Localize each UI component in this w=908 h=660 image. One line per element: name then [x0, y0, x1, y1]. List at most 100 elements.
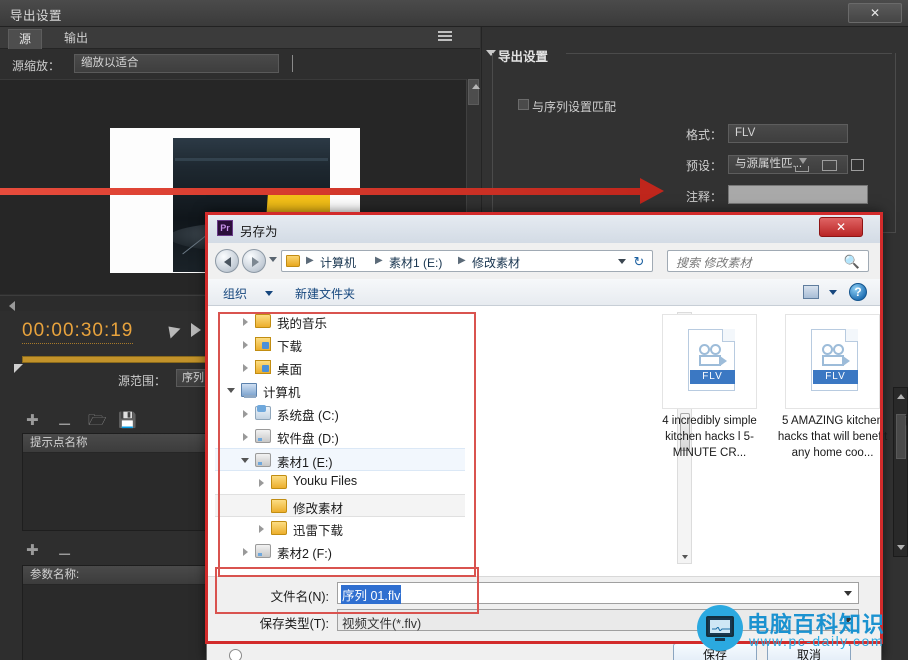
- filename-value: 序列 01.flv: [341, 585, 401, 604]
- recent-locations-icon[interactable]: [269, 257, 277, 262]
- file-name-label: 5 AMAZING kitchen hacks that will benefi…: [777, 413, 888, 461]
- tree-item-desktop[interactable]: 桌面: [215, 356, 465, 379]
- back-button[interactable]: [215, 249, 239, 273]
- panel-menu-icon[interactable]: [438, 31, 456, 45]
- breadcrumb-item-computer[interactable]: 计算机: [320, 254, 356, 271]
- comment-label: 注释：: [662, 188, 722, 205]
- navigation-tree[interactable]: 我的音乐 下载 桌面 计算机 系统盘 (C:): [215, 306, 465, 571]
- expander-icon[interactable]: [243, 341, 248, 349]
- new-folder-button[interactable]: 新建文件夹: [295, 285, 355, 302]
- savetype-label: 保存类型(T):: [227, 613, 329, 632]
- chevron-down-icon[interactable]: [829, 290, 837, 295]
- tree-item-label: 我的音乐: [277, 313, 327, 332]
- remove-param-button[interactable]: ⚊: [58, 543, 71, 559]
- in-point-icon[interactable]: [164, 322, 181, 339]
- tree-item-label: 迅雷下载: [293, 520, 343, 539]
- delete-preset-icon[interactable]: [850, 158, 866, 172]
- file-list[interactable]: FLV 4 incredibly simple kitchen hacks l …: [699, 306, 879, 571]
- view-mode-icon[interactable]: [803, 285, 819, 299]
- refresh-icon[interactable]: ↻: [630, 254, 648, 270]
- scroll-down-icon[interactable]: [678, 550, 691, 563]
- import-preset-icon[interactable]: [822, 158, 838, 172]
- page-fold-icon: [845, 329, 858, 342]
- pulse-wave-icon: [712, 627, 730, 631]
- expander-icon[interactable]: [243, 548, 248, 556]
- filename-input[interactable]: 序列 01.flv: [337, 582, 859, 604]
- organize-button[interactable]: 组织: [223, 285, 247, 302]
- folder-icon: [271, 521, 287, 535]
- chevron-down-icon[interactable]: [265, 291, 273, 296]
- window-close-button[interactable]: ✕: [848, 3, 902, 23]
- expander-icon[interactable]: [243, 364, 248, 372]
- help-button[interactable]: ?: [849, 283, 867, 301]
- expander-icon[interactable]: [241, 458, 249, 467]
- expander-icon[interactable]: [227, 388, 235, 397]
- save-dialog-titlebar: Pr 另存为 ✕: [207, 213, 881, 243]
- folder-icon: [271, 475, 287, 489]
- tree-item-drive-d[interactable]: 软件盘 (D:): [215, 425, 465, 448]
- expander-icon[interactable]: [243, 318, 248, 326]
- out-point-icon[interactable]: [191, 323, 201, 337]
- tabstrip: 源 输出: [0, 27, 480, 49]
- scroll-down-icon[interactable]: [894, 542, 907, 556]
- match-sequence-checkbox[interactable]: [518, 99, 529, 110]
- expander-icon[interactable]: [243, 410, 248, 418]
- flv-file-icon: FLV: [811, 329, 858, 391]
- tree-item-thunder-download[interactable]: 迅雷下载: [215, 517, 465, 540]
- work-area-handle[interactable]: [14, 364, 23, 373]
- tab-output[interactable]: 输出: [54, 29, 98, 49]
- add-param-button[interactable]: ✚: [26, 543, 39, 559]
- tree-item-my-music[interactable]: 我的音乐: [215, 310, 465, 333]
- hide-folders-radio[interactable]: [229, 649, 242, 660]
- export-cue-button[interactable]: 💾: [118, 413, 137, 429]
- tree-item-downloads[interactable]: 下载: [215, 333, 465, 356]
- tree-item-computer[interactable]: 计算机: [215, 379, 465, 402]
- comment-input[interactable]: [728, 185, 868, 204]
- tree-item-drive-e[interactable]: 素材1 (E:): [215, 448, 465, 471]
- flv-file-icon: FLV: [688, 329, 735, 391]
- tree-item-drive-f[interactable]: 素材2 (F:): [215, 540, 465, 563]
- dialog-body: 我的音乐 下载 桌面 计算机 系统盘 (C:): [207, 306, 881, 576]
- import-cue-button[interactable]: 🗁: [88, 413, 107, 429]
- expander-icon[interactable]: [243, 433, 248, 441]
- folder-icon: [286, 255, 300, 267]
- folder-icon: [271, 499, 287, 513]
- param-toolbar: ✚ ⚊: [26, 543, 146, 563]
- add-cue-button[interactable]: ✚: [26, 413, 39, 429]
- file-name-label: 4 incredibly simple kitchen hacks l 5-MI…: [654, 413, 765, 461]
- file-name-label: 两个关于水的令人激动地实验.flv: [901, 413, 908, 445]
- video-camera-icon: [820, 344, 850, 366]
- tree-item-youku-files[interactable]: Youku Files: [215, 471, 465, 494]
- save-preset-icon[interactable]: [794, 158, 810, 172]
- tab-source[interactable]: 源: [8, 29, 42, 49]
- address-dropdown-icon[interactable]: [618, 259, 626, 264]
- tree-item-label: 系统盘 (C:): [277, 405, 339, 424]
- chevron-down-icon[interactable]: [844, 591, 852, 596]
- cue-list[interactable]: 提示点名称: [22, 433, 217, 531]
- format-select[interactable]: FLV: [728, 124, 848, 143]
- expander-icon[interactable]: [259, 525, 264, 533]
- monitor-icon: [706, 616, 734, 637]
- save-dialog-close-button[interactable]: ✕: [819, 217, 863, 237]
- file-type-badge: FLV: [690, 370, 735, 384]
- search-input[interactable]: 搜索 修改素材 🔍: [667, 250, 869, 272]
- search-placeholder: 搜索 修改素材: [676, 254, 751, 271]
- address-bar[interactable]: ▶ 计算机 ▶ 素材1 (E:) ▶ 修改素材 ↻: [281, 250, 653, 272]
- timecode-nav-arrows[interactable]: [165, 324, 210, 338]
- tree-item-drive-c[interactable]: 系统盘 (C:): [215, 402, 465, 425]
- forward-button[interactable]: [242, 249, 266, 273]
- remove-cue-button[interactable]: ⚊: [58, 413, 71, 429]
- source-scaling-select[interactable]: 缩放以适合: [74, 54, 279, 73]
- scroll-up-icon[interactable]: [894, 388, 907, 402]
- param-list[interactable]: 参数名称:: [22, 565, 217, 660]
- tree-item-label: 修改素材: [293, 498, 343, 517]
- tree-item-current-folder[interactable]: 修改素材: [215, 494, 465, 517]
- match-sequence-label: 与序列设置匹配: [532, 98, 732, 115]
- expander-icon[interactable]: [259, 479, 264, 487]
- cue-list-header: 提示点名称: [23, 434, 216, 453]
- breadcrumb-item-folder[interactable]: 修改素材: [472, 254, 520, 271]
- breadcrumb-item-drive-e[interactable]: 素材1 (E:): [389, 254, 442, 271]
- system-drive-icon: [255, 406, 271, 420]
- preview-scrollbar-thumb[interactable]: [468, 79, 479, 105]
- timecode-display[interactable]: 00:00:30:19: [22, 320, 133, 344]
